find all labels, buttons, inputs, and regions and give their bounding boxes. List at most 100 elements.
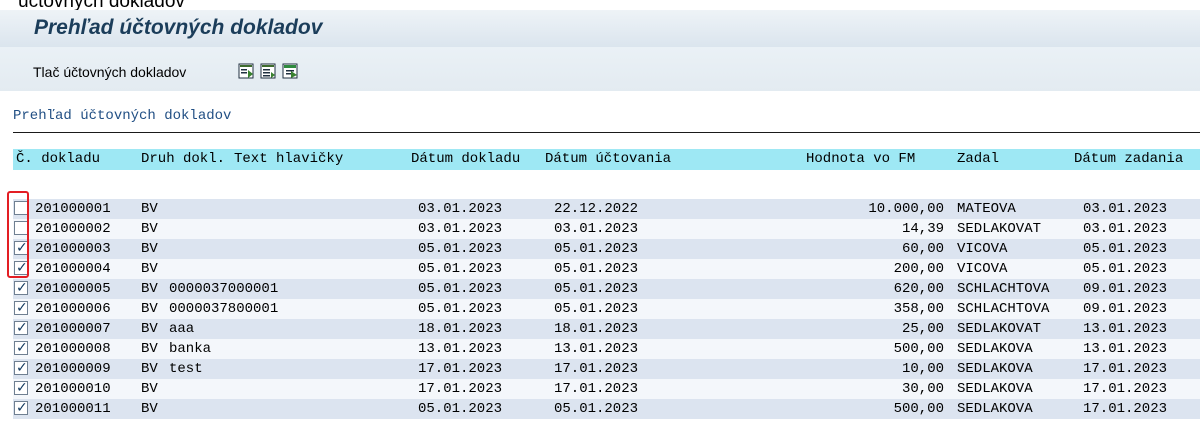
amount-cell: 620,00: [893, 281, 944, 297]
row-checkbox[interactable]: [14, 359, 28, 377]
document-type-cell: BV: [141, 241, 158, 257]
column-header-entry-date[interactable]: Dátum zadania: [1074, 151, 1183, 167]
print-documents-button[interactable]: Tlač účtovných dokladov: [33, 64, 186, 80]
column-header-document-type[interactable]: Druh dokl.: [141, 151, 225, 167]
document-plus-icon[interactable]: [238, 63, 254, 79]
amount-cell: 500,00: [893, 401, 944, 417]
document-number-cell: 201000011: [35, 401, 111, 417]
entered-by-cell: SEDLAKOVA: [957, 341, 1033, 357]
entry-date-cell: 13.01.2023: [1083, 321, 1168, 337]
amount-cell: 30,00: [901, 381, 944, 397]
row-checkbox[interactable]: [14, 299, 28, 317]
posting-date-cell: 05.01.2023: [554, 261, 639, 277]
entry-date-cell: 13.01.2023: [1083, 341, 1168, 357]
amount-cell: 358,00: [893, 301, 944, 317]
row-checkbox[interactable]: [14, 259, 28, 277]
amount-cell: 60,00: [901, 241, 944, 257]
title-separator: [13, 132, 1200, 133]
entry-date-cell: 03.01.2023: [1083, 201, 1168, 217]
sap-report-window: účtovných dokladov Prehľad účtovných dok…: [0, 0, 1200, 434]
row-checkbox[interactable]: [14, 201, 28, 215]
row-checkbox[interactable]: [14, 279, 28, 297]
table-row[interactable]: 201000011 BV 05.01.2023 05.01.2023 500,0…: [13, 399, 1200, 419]
document-list-icon[interactable]: [260, 63, 276, 79]
row-checkbox[interactable]: [14, 221, 28, 235]
posting-date-cell: 13.01.2023: [554, 341, 639, 357]
table-row[interactable]: 201000009 BV test 17.01.2023 17.01.2023 …: [13, 359, 1200, 379]
column-header-posting-date[interactable]: Dátum účtovania: [545, 151, 671, 167]
row-checkbox[interactable]: [14, 319, 28, 337]
column-header-entered-by[interactable]: Zadal: [957, 151, 999, 167]
entry-date-cell: 09.01.2023: [1083, 281, 1168, 297]
document-number-cell: 201000010: [35, 381, 111, 397]
entered-by-cell: SCHLACHTOVA: [957, 301, 1050, 317]
document-date-cell: 13.01.2023: [418, 341, 503, 357]
document-type-cell: BV: [141, 221, 158, 237]
entered-by-cell: SEDLAKOVA: [957, 401, 1033, 417]
document-date-cell: 05.01.2023: [418, 261, 503, 277]
document-type-cell: BV: [141, 381, 158, 397]
document-type-cell: BV: [141, 361, 158, 377]
table-row[interactable]: 201000006 BV 0000037800001 05.01.2023 05…: [13, 299, 1200, 319]
document-type-cell: BV: [141, 201, 158, 217]
header-text-cell: 0000037800001: [169, 301, 279, 317]
header-text-cell: 0000037000001: [169, 281, 279, 297]
amount-cell: 200,00: [893, 261, 944, 277]
column-header-amount[interactable]: Hodnota vo FM: [806, 151, 915, 167]
row-checkbox[interactable]: [14, 379, 28, 397]
title-bar: Prehľad účtovných dokladov: [0, 10, 1200, 48]
posting-date-cell: 05.01.2023: [554, 241, 639, 257]
table-row[interactable]: 201000005 BV 0000037000001 05.01.2023 05…: [13, 279, 1200, 299]
document-type-cell: BV: [141, 401, 158, 417]
posting-date-cell: 05.01.2023: [554, 301, 639, 317]
entered-by-cell: SEDLAKOVAT: [957, 321, 1042, 337]
table-row[interactable]: 201000004 BV 05.01.2023 05.01.2023 200,0…: [13, 259, 1200, 279]
document-number-cell: 201000003: [35, 241, 111, 257]
entered-by-cell: MATEOVA: [957, 201, 1016, 217]
document-number-cell: 201000001: [35, 201, 111, 217]
column-header-header-text[interactable]: Text hlavičky: [234, 151, 343, 167]
document-type-cell: BV: [141, 301, 158, 317]
header-text-cell: banka: [169, 341, 212, 357]
posting-date-cell: 17.01.2023: [554, 361, 639, 377]
document-number-cell: 201000008: [35, 341, 111, 357]
column-header-document-date[interactable]: Dátum dokladu: [411, 151, 520, 167]
entry-date-cell: 17.01.2023: [1083, 381, 1168, 397]
document-date-cell: 03.01.2023: [418, 221, 503, 237]
document-type-cell: BV: [141, 341, 158, 357]
header-text-cell: aaa: [169, 321, 195, 337]
entered-by-cell: SEDLAKOVAT: [957, 221, 1042, 237]
table-row[interactable]: 201000002 BV 03.01.2023 03.01.2023 14,39…: [13, 219, 1200, 239]
document-date-cell: 17.01.2023: [418, 381, 503, 397]
document-number-cell: 201000007: [35, 321, 111, 337]
table-row[interactable]: 201000001 BV 03.01.2023 22.12.2022 10.00…: [13, 199, 1200, 219]
document-date-cell: 05.01.2023: [418, 281, 503, 297]
document-type-cell: BV: [141, 321, 158, 337]
document-date-cell: 17.01.2023: [418, 361, 503, 377]
table-row[interactable]: 201000008 BV banka 13.01.2023 13.01.2023…: [13, 339, 1200, 359]
column-header-row: Č. dokladu Druh dokl. Text hlavičky Dátu…: [13, 149, 1200, 170]
document-number-cell: 201000006: [35, 301, 111, 317]
entry-date-cell: 03.01.2023: [1083, 221, 1168, 237]
document-export-icon[interactable]: [282, 63, 298, 79]
row-checkbox[interactable]: [14, 239, 28, 257]
document-date-cell: 05.01.2023: [418, 401, 503, 417]
entry-date-cell: 05.01.2023: [1083, 241, 1168, 257]
table-row[interactable]: 201000003 BV 05.01.2023 05.01.2023 60,00…: [13, 239, 1200, 259]
entered-by-cell: SCHLACHTOVA: [957, 281, 1050, 297]
row-checkbox[interactable]: [14, 339, 28, 357]
posting-date-cell: 03.01.2023: [554, 221, 639, 237]
table-row[interactable]: 201000007 BV aaa 18.01.2023 18.01.2023 2…: [13, 319, 1200, 339]
application-toolbar: Tlač účtovných dokladov: [0, 47, 1200, 92]
table-row[interactable]: 201000010 BV 17.01.2023 17.01.2023 30,00…: [13, 379, 1200, 399]
posting-date-cell: 05.01.2023: [554, 401, 639, 417]
document-date-cell: 18.01.2023: [418, 321, 503, 337]
column-header-document-number[interactable]: Č. dokladu: [16, 151, 100, 167]
document-date-cell: 03.01.2023: [418, 201, 503, 217]
page-title: Prehľad účtovných dokladov: [34, 16, 323, 39]
document-date-cell: 05.01.2023: [418, 301, 503, 317]
row-checkbox[interactable]: [14, 399, 28, 417]
entry-date-cell: 05.01.2023: [1083, 261, 1168, 277]
entered-by-cell: SEDLAKOVA: [957, 381, 1033, 397]
document-number-cell: 201000005: [35, 281, 111, 297]
